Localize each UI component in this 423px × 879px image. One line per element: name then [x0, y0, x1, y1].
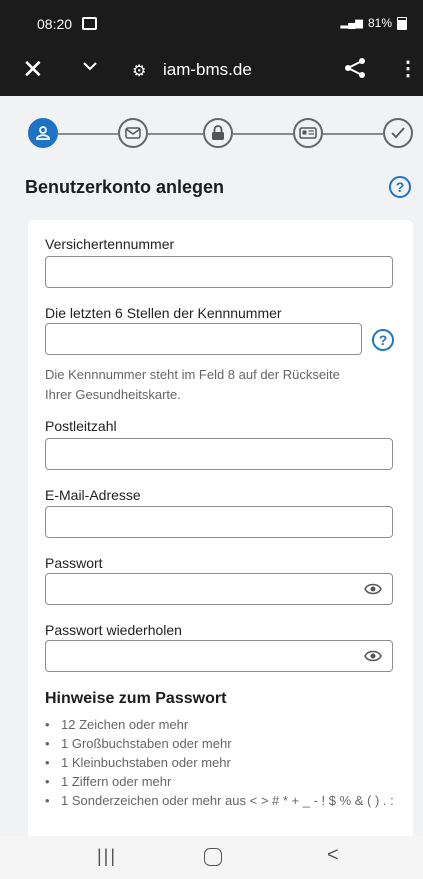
step-connector — [323, 133, 383, 135]
page-title: Benutzerkonto anlegen — [25, 177, 225, 197]
chevron-down-icon[interactable] — [83, 59, 97, 73]
password-hints-title: Hinweise zum Passwort — [45, 690, 227, 707]
id-card-icon — [299, 127, 317, 139]
help-icon[interactable]: ? — [389, 176, 411, 198]
step-security — [203, 118, 233, 148]
kennnummer-hint: Die Kennnummer steht im Feld 8 auf der R… — [45, 367, 340, 402]
user-icon — [36, 126, 50, 140]
kennnummer-label: Die letzten 6 Stellen der Kennnummer — [45, 305, 282, 321]
postleitzahl-input[interactable] — [45, 438, 393, 470]
password-hints-list: 12 Zeichen oder mehr 1 Großbuchstaben od… — [45, 715, 405, 810]
password-input[interactable] — [45, 573, 393, 605]
browser-toolbar: ✕ ⚙ iam-bms.de ⋮ — [0, 46, 423, 96]
lock-icon — [212, 125, 224, 140]
status-bar: 08:20 ▂▄▆ 81% — [0, 0, 423, 46]
kennnummer-help-icon[interactable]: ? — [372, 329, 394, 351]
close-icon[interactable]: ✕ — [22, 54, 44, 85]
tune-icon[interactable]: ⚙ — [132, 61, 146, 81]
password-hint-item: 1 Großbuchstaben oder mehr — [45, 734, 405, 753]
progress-stepper — [0, 114, 423, 154]
password-hint-item: 1 Kleinbuchstaben oder mehr — [45, 753, 405, 772]
step-email — [118, 118, 148, 148]
battery-icon — [397, 16, 407, 30]
more-icon[interactable]: ⋮ — [398, 56, 418, 81]
gallery-icon — [82, 17, 97, 30]
signal-icon: ▂▄▆ — [340, 17, 363, 29]
step-account — [28, 118, 58, 148]
home-button[interactable] — [204, 848, 222, 866]
status-time: 08:20 — [37, 16, 73, 32]
password-hint-item: 12 Zeichen oder mehr — [45, 715, 405, 734]
check-icon — [391, 127, 405, 139]
step-connector — [58, 133, 118, 135]
battery-level: 81% — [367, 16, 392, 30]
kennnummer-input[interactable] — [45, 323, 362, 355]
email-label: E-Mail-Adresse — [45, 487, 141, 503]
step-identity — [293, 118, 323, 148]
email-field[interactable] — [45, 506, 393, 538]
system-nav-bar: ||| < — [0, 836, 423, 879]
step-complete — [383, 118, 413, 148]
password-repeat-input[interactable] — [45, 640, 393, 672]
url-text[interactable]: iam-bms.de — [163, 60, 252, 80]
password-hint-item: 1 Sonderzeichen oder mehr aus < > # * + … — [45, 791, 405, 810]
versichertennummer-label: Versichertennummer — [45, 236, 175, 252]
password-hint-item: 1 Ziffern oder mehr — [45, 772, 405, 791]
postleitzahl-label: Postleitzahl — [45, 418, 117, 434]
eye-icon[interactable] — [364, 582, 382, 596]
back-button[interactable]: < — [327, 844, 339, 867]
status-icons: ▂▄▆ 81% — [340, 16, 407, 30]
password-label: Passwort — [45, 555, 103, 571]
step-connector — [233, 133, 293, 135]
eye-icon[interactable] — [364, 649, 382, 663]
password-repeat-label: Passwort wiederholen — [45, 622, 182, 638]
share-icon[interactable] — [342, 57, 368, 79]
recents-button[interactable]: ||| — [97, 846, 117, 867]
versichertennummer-input[interactable] — [45, 256, 393, 288]
step-connector — [148, 133, 203, 135]
mail-icon — [125, 127, 141, 139]
